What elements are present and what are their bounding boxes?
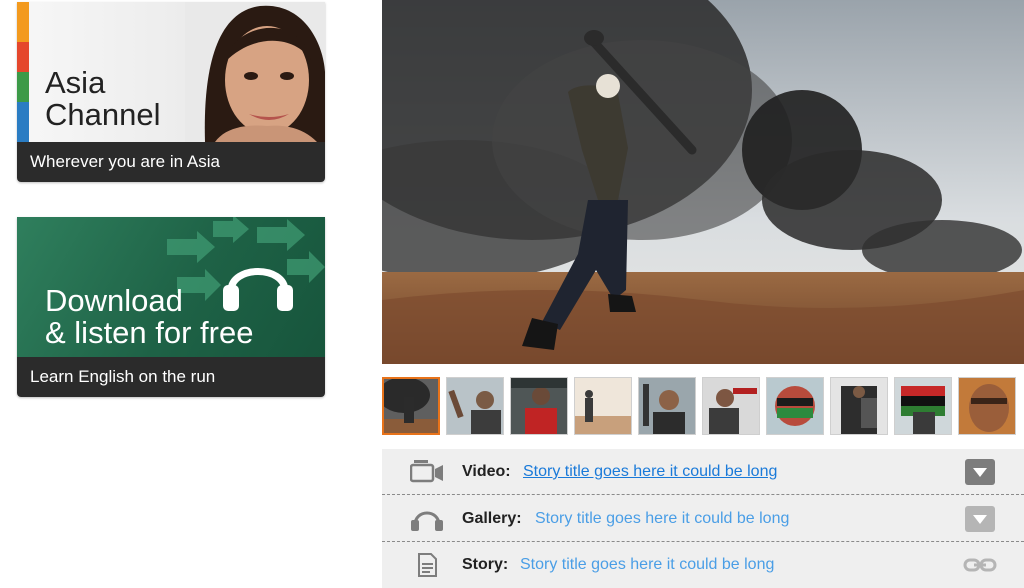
expand-button[interactable] bbox=[965, 506, 995, 532]
asia-channel-title: Asia Channel bbox=[45, 67, 160, 131]
story-type-label: Gallery: bbox=[462, 510, 522, 527]
download-banner: Download & listen for free bbox=[17, 217, 325, 357]
thumbnail-4[interactable] bbox=[574, 377, 632, 435]
asia-channel-promo[interactable]: Asia Channel Wherever you are in Asia bbox=[17, 2, 325, 182]
color-stripe bbox=[17, 2, 29, 142]
thumbnail-5[interactable] bbox=[638, 377, 696, 435]
title-line-2: Channel bbox=[45, 97, 161, 132]
presenter-portrait bbox=[185, 2, 325, 142]
thumbnail-1[interactable] bbox=[382, 377, 440, 435]
asia-channel-banner: Asia Channel bbox=[17, 2, 325, 142]
headphones-icon bbox=[411, 511, 443, 531]
story-type-label: Story: bbox=[462, 556, 509, 573]
link-icon bbox=[963, 558, 997, 572]
document-icon bbox=[418, 553, 437, 577]
promo-caption: Wherever you are in Asia bbox=[17, 142, 325, 182]
title-line-2: & listen for free bbox=[45, 315, 254, 350]
story-row-gallery: Gallery: Story title goes here it could … bbox=[382, 496, 1024, 542]
thumbnail-2[interactable] bbox=[446, 377, 504, 435]
featured-photo[interactable] bbox=[382, 0, 1024, 364]
story-list: Video: Story title goes here it could be… bbox=[382, 449, 1024, 588]
expand-button[interactable] bbox=[965, 459, 995, 485]
story-row-video: Video: Story title goes here it could be… bbox=[382, 449, 1024, 495]
video-camera-icon bbox=[410, 460, 443, 483]
thumbnail-3[interactable] bbox=[510, 377, 568, 435]
title-line-1: Asia bbox=[45, 65, 106, 100]
title-line-1: Download bbox=[45, 283, 183, 318]
story-title-link[interactable]: Story title goes here it could be long bbox=[523, 463, 777, 481]
thumbnail-9[interactable] bbox=[894, 377, 952, 435]
thumbnail-8[interactable] bbox=[830, 377, 888, 435]
expand-icon bbox=[973, 515, 987, 524]
story-title-link[interactable]: Story title goes here it could be long bbox=[520, 556, 774, 574]
story-title-link[interactable]: Story title goes here it could be long bbox=[535, 510, 789, 528]
download-title: Download & listen for free bbox=[45, 285, 253, 349]
link-button[interactable] bbox=[963, 554, 997, 576]
download-promo[interactable]: Download & listen for free Learn English… bbox=[17, 217, 325, 397]
story-row-story: Story: Story title goes here it could be… bbox=[382, 542, 1024, 587]
thumbnail-strip bbox=[382, 377, 1024, 437]
featured-photo-image bbox=[382, 0, 1024, 364]
thumbnail-10[interactable] bbox=[958, 377, 1016, 435]
expand-icon bbox=[973, 468, 987, 477]
story-type-label: Video: bbox=[462, 463, 511, 480]
promo-caption: Learn English on the run bbox=[17, 357, 325, 397]
thumbnail-7[interactable] bbox=[766, 377, 824, 435]
thumbnail-6[interactable] bbox=[702, 377, 760, 435]
